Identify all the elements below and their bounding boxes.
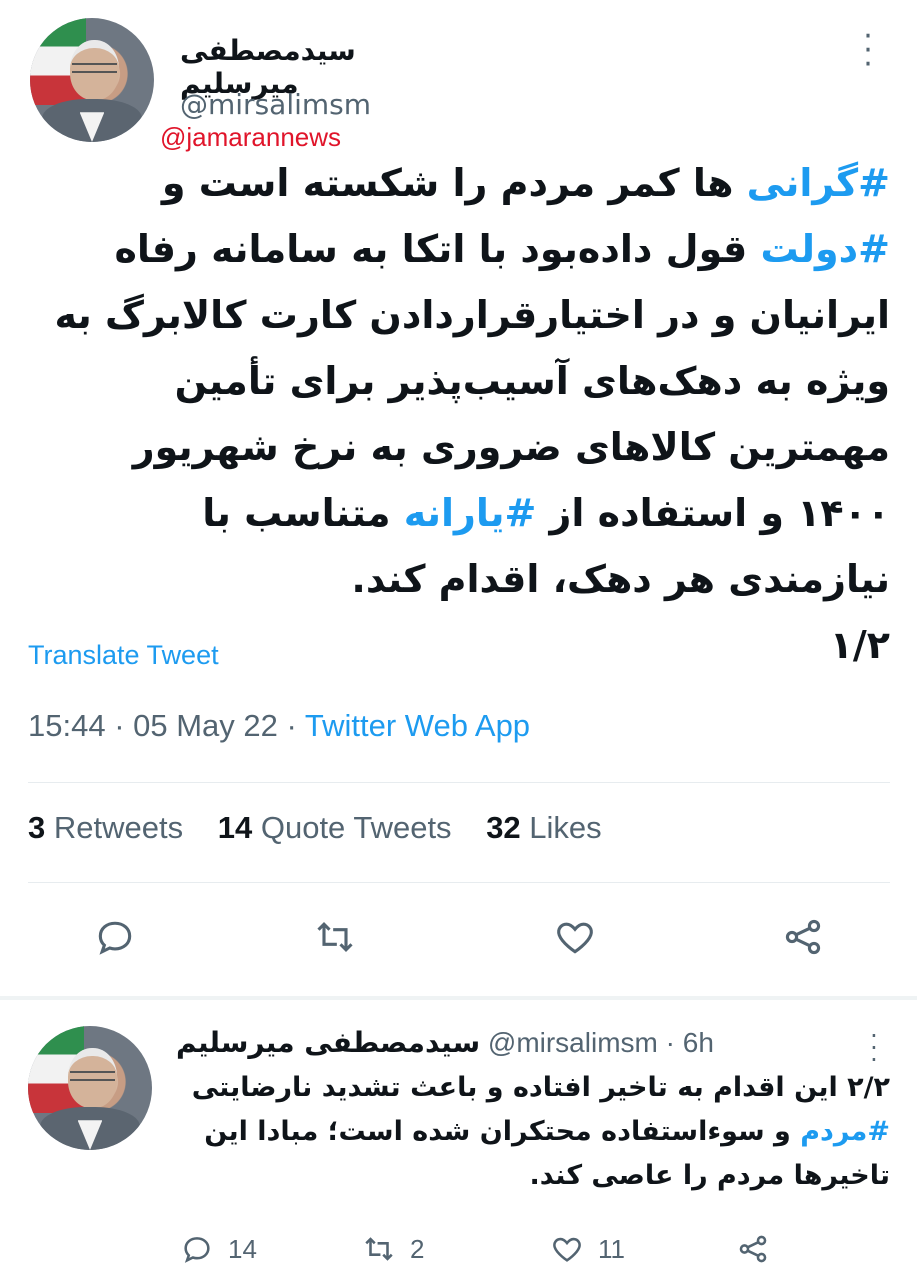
retweets-stat[interactable]: 3 Retweets	[28, 810, 183, 845]
tweet-text-part: قول داده‌بود با اتکا به سامانه رفاه ایرا…	[54, 227, 891, 535]
like-icon[interactable]	[546, 908, 604, 966]
tweet-date[interactable]: 05 May 22	[133, 708, 278, 743]
reply-time[interactable]: 6h	[683, 1027, 714, 1058]
retweet-count: 2	[410, 1233, 425, 1264]
reply-text-part: ۲/۲ این اقدام به تاخیر افتاده و باعث تشد…	[191, 1072, 890, 1103]
reply-share-button[interactable]	[736, 1226, 770, 1272]
like-icon	[553, 1237, 581, 1262]
quote-tweets-stat[interactable]: 14 Quote Tweets	[218, 810, 452, 845]
reply-icon[interactable]	[86, 908, 144, 966]
retweet-icon	[365, 1237, 393, 1261]
thread-counter: ۱/۲	[829, 623, 890, 667]
glasses-shape	[70, 1070, 115, 1081]
reply-count: 14	[228, 1233, 257, 1264]
reply-icon	[184, 1237, 210, 1263]
divider	[28, 882, 890, 883]
reply-like-button[interactable]: 11	[550, 1226, 625, 1272]
reply-author-avatar[interactable]	[28, 1026, 152, 1150]
tweet-source[interactable]: Twitter Web App	[305, 708, 530, 743]
reply-retweet-button[interactable]: 2	[362, 1226, 424, 1272]
hashtag-dolat[interactable]: #دولت	[761, 227, 890, 271]
reply-header: سیدمصطفی میرسلیم @mirsalimsm · 6h	[176, 1026, 714, 1059]
reply-more-options-icon[interactable]: · · ·	[864, 1024, 884, 1072]
reply-author-handle[interactable]: @mirsalimsm	[488, 1027, 658, 1058]
hashtag-mardom[interactable]: #مردم	[800, 1116, 890, 1147]
tweet-meta: 15:44 · 05 May 22 · Twitter Web App	[28, 708, 531, 743]
tweet-text: #گرانی ها کمر مردم را شکسته است و #دولت …	[28, 150, 891, 678]
reply-tweet[interactable]: سیدمصطفی میرسلیم @mirsalimsm · 6h · · · ۲/…	[0, 1000, 917, 1280]
like-count: 11	[598, 1233, 625, 1264]
more-options-icon[interactable]: · · ·	[856, 22, 880, 80]
tweet-time[interactable]: 15:44	[28, 708, 106, 743]
main-tweet: سیدمصطفی میرسلیم @mirsalimsm @jamarannew…	[0, 0, 917, 997]
reply-text: ۲/۲ این اقدام به تاخیر افتاده و باعث تشد…	[176, 1066, 890, 1198]
translate-tweet-link[interactable]: Translate Tweet	[28, 640, 219, 671]
author-avatar[interactable]	[30, 18, 154, 142]
hashtag-gerani[interactable]: #گرانی	[747, 161, 890, 205]
tweet-stats: 3 Retweets 14 Quote Tweets 32 Likes	[28, 810, 628, 846]
tweet-actions	[0, 908, 917, 968]
divider	[28, 782, 890, 783]
reply-reply-button[interactable]: 14	[180, 1226, 257, 1272]
share-icon	[739, 1235, 767, 1263]
reply-text-part: و سوءاستفاده محتکران شده است؛ مبادا این …	[204, 1116, 890, 1191]
glasses-shape	[72, 62, 117, 73]
share-icon[interactable]	[774, 908, 832, 966]
reply-author-name[interactable]: سیدمصطفی میرسلیم	[176, 1026, 480, 1059]
likes-stat[interactable]: 32 Likes	[486, 810, 601, 845]
hashtag-yaraneh[interactable]: #یارانه	[404, 491, 537, 535]
author-handle[interactable]: @mirsalimsm	[180, 88, 371, 121]
tweet-text-part: ها کمر مردم را شکسته است و	[161, 161, 747, 205]
watermark: @jamarannews	[160, 122, 342, 152]
retweet-icon[interactable]	[306, 908, 364, 966]
reply-actions: 14 2 11	[0, 1226, 917, 1272]
